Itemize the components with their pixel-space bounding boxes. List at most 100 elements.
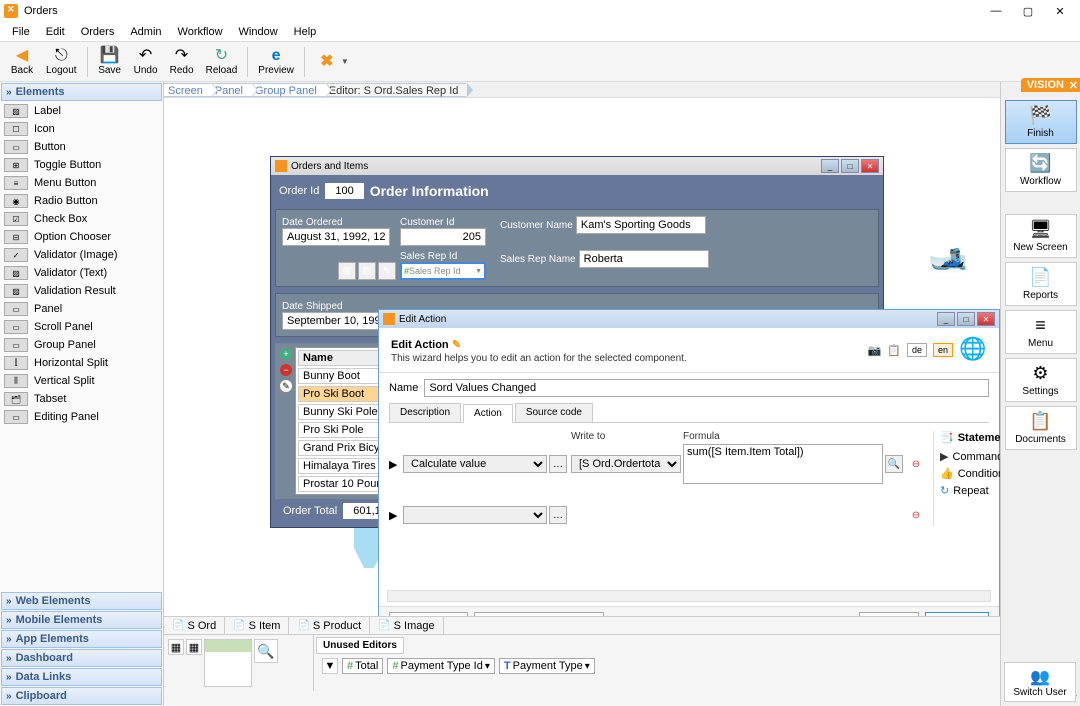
formula-field[interactable]: sum([S Item.Item Total]) [683,444,883,484]
sidebar-item[interactable]: ⫿Horizontal Split [0,354,163,372]
sidebar-item[interactable]: ▭Panel [0,300,163,318]
sidebar-item[interactable]: ▨Label [0,102,163,120]
grid-icon-2[interactable]: ▦ [186,639,202,655]
item-add-button[interactable]: + [279,347,293,361]
sidebar-item[interactable]: ▭Group Panel [0,336,163,354]
vision-menu-button[interactable]: ≡Menu▼ [1005,310,1077,354]
menu-admin[interactable]: Admin [122,24,169,40]
row-expand-icon[interactable]: ▶ [389,458,401,471]
layout-grid[interactable] [204,639,252,687]
bottom-tab-sproduct[interactable]: 📄 S Product [289,617,370,634]
bottom-tab-sitem[interactable]: 📄 S Item [225,617,289,634]
formula-browse-button[interactable]: 🔍 [885,455,903,473]
date-ordered-field[interactable] [282,228,390,246]
sidebar-item[interactable]: 🗂Tabset [0,390,163,408]
sidebar-item[interactable]: ⊞Toggle Button [0,156,163,174]
subwindow-titlebar[interactable]: Orders and Items _ □ ✕ [271,157,883,175]
row-delete-button[interactable]: ⊖ [907,506,925,524]
sidebar-item[interactable]: ▨Validation Result [0,282,163,300]
window-maximize-button[interactable]: ▢ [1012,2,1044,20]
sidebar-item[interactable]: ▭Scroll Panel [0,318,163,336]
action-name-field[interactable] [424,379,989,397]
toolbar-save-button[interactable]: 💾Save [92,46,128,78]
sales-rep-id-field[interactable]: # Sales Rep Id ▼ [400,262,486,280]
menu-orders[interactable]: Orders [73,24,123,40]
subwindow-close-button[interactable]: ✕ [861,159,879,173]
window-minimize-button[interactable]: — [980,2,1012,20]
operation-select-empty[interactable] [403,506,547,524]
tab-source[interactable]: Source code [515,403,593,422]
menu-window[interactable]: Window [231,24,286,40]
menu-edit[interactable]: Edit [38,24,73,40]
unused-payment-type-field[interactable]: T Payment Type ▾ [499,658,595,674]
toolbar-app-dropdown[interactable]: ▼ [341,57,349,66]
menu-file[interactable]: File [4,24,38,40]
toolbar-icon-1[interactable]: 📷 [868,344,882,357]
sidebar-item[interactable]: ⊟Option Chooser [0,228,163,246]
tab-action[interactable]: Action [463,404,513,423]
grid-icon-1[interactable]: ▦ [168,639,184,655]
sidebar-item[interactable]: ✓Validator (Image) [0,246,163,264]
panel-button-2[interactable]: ⊟ [358,262,376,280]
sidebar-item[interactable]: ▭Editing Panel [0,408,163,426]
customer-name-field[interactable] [576,216,706,234]
bottom-tab-sord[interactable]: 📄 S Ord [164,617,225,634]
vision-reports-button[interactable]: 📄Reports▼ [1005,262,1077,306]
breadcrumb-screen[interactable]: Screen [164,83,211,97]
operation-browse-button[interactable]: … [549,455,567,473]
toolbar-app-button[interactable]: ✖ [309,52,345,72]
vision-settings-button[interactable]: ⚙Settings▼ [1005,358,1077,402]
dialog-minimize-button[interactable]: _ [937,312,955,326]
subwindow-maximize-button[interactable]: □ [841,159,859,173]
sidebar-item[interactable]: ☑Check Box [0,210,163,228]
breadcrumb-editor[interactable]: Editor: S Ord.Sales Rep Id [325,83,467,97]
sidebar-section-header[interactable]: »App Elements [1,630,162,648]
date-shipped-field[interactable] [282,312,390,330]
lang-de-button[interactable]: de [907,343,927,357]
operation-browse-button[interactable]: … [549,506,567,524]
panel-button-3[interactable]: ✎ [378,262,396,280]
zoom-icon[interactable]: 🔍 [254,639,278,663]
customer-id-field[interactable] [400,228,486,246]
sidebar-section-header[interactable]: »Data Links [1,668,162,686]
write-to-select[interactable]: [S Ord.Ordertotal] [571,455,681,473]
menu-workflow[interactable]: Workflow [170,24,231,40]
toolbar-back-button[interactable]: ◀Back [4,46,40,78]
unused-total-field[interactable]: # Total [342,658,383,674]
lang-en-button[interactable]: en [933,343,953,357]
vision-close-button[interactable]: ✕ [1069,79,1078,92]
vision-finish-button[interactable]: 🏁Finish [1005,100,1077,144]
item-edit-button[interactable]: ✎ [279,379,293,393]
sidebar-item[interactable]: ☐Icon [0,120,163,138]
vision-new-screen-button[interactable]: 🖥New Screen▼ [1005,214,1077,258]
dialog-titlebar[interactable]: Edit Action _ □ ✕ [379,310,999,328]
sidebar-header-elements[interactable]: » Elements [1,83,162,101]
window-close-button[interactable]: ✕ [1044,2,1076,20]
vision-workflow-button[interactable]: 🔄Workflow [1005,148,1077,192]
toolbar-logout-button[interactable]: ⎋Logout [40,46,83,78]
bottom-tab-simage[interactable]: 📄 S Image [370,617,443,634]
row-expand-icon[interactable]: ▶ [389,509,401,522]
vision-documents-button[interactable]: 📋Documents▼ [1005,406,1077,450]
filter-icon[interactable]: ▼ [322,658,338,674]
tab-description[interactable]: Description [389,403,461,422]
sidebar-item[interactable]: ▭Button [0,138,163,156]
unused-payment-type-id-field[interactable]: # Payment Type Id ▾ [387,658,495,674]
item-remove-button[interactable]: − [279,363,293,377]
toolbar-undo-button[interactable]: ↶Undo [128,46,164,78]
switch-user-button[interactable]: 👥 Switch User [1004,662,1076,702]
sidebar-section-header[interactable]: »Dashboard [1,649,162,667]
order-id-value[interactable]: 100 [325,183,363,199]
sidebar-section-header[interactable]: »Clipboard [1,687,162,705]
horizontal-scrollbar[interactable] [387,590,991,602]
sidebar-item[interactable]: ▨Validator (Text) [0,264,163,282]
dialog-close-button[interactable]: ✕ [977,312,995,326]
subwindow-minimize-button[interactable]: _ [821,159,839,173]
operation-select[interactable]: Calculate value [403,455,547,473]
sales-rep-name-field[interactable] [579,250,709,268]
dialog-maximize-button[interactable]: □ [957,312,975,326]
row-delete-button[interactable]: ⊖ [907,455,925,473]
toolbar-redo-button[interactable]: ↷Redo [164,46,200,78]
toolbar-reload-button[interactable]: ↻Reload [200,46,244,78]
sidebar-item[interactable]: ≡Menu Button [0,174,163,192]
